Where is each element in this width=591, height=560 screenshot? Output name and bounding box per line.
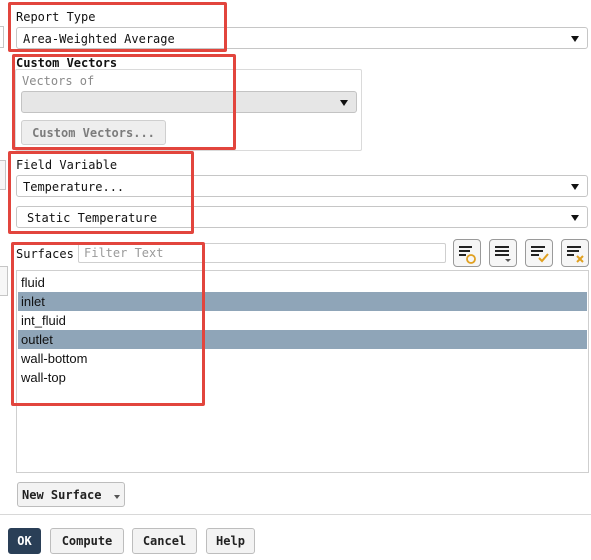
filter-placeholder: Filter Text xyxy=(84,246,164,260)
compute-button[interactable]: Compute xyxy=(50,528,124,554)
list-item[interactable]: int_fluid xyxy=(18,311,587,330)
field-variable-category-dropdown[interactable]: Temperature... xyxy=(16,175,588,197)
vectors-of-label: Vectors of xyxy=(22,74,95,88)
new-surface-button[interactable]: New Surface xyxy=(17,482,125,507)
chevron-down-icon xyxy=(340,100,348,106)
list-menu-icon[interactable] xyxy=(489,239,517,267)
report-type-label: Report Type xyxy=(16,10,96,24)
custom-vectors-button[interactable]: Custom Vectors... xyxy=(21,120,166,145)
list-item[interactable]: wall-bottom xyxy=(18,349,587,368)
ok-button[interactable]: OK xyxy=(8,528,41,554)
report-type-dropdown[interactable]: Area-Weighted Average xyxy=(16,27,588,49)
field-variable-value: Static Temperature xyxy=(27,211,158,225)
field-variable-dropdown[interactable]: Static Temperature xyxy=(16,206,588,228)
footer-divider xyxy=(0,514,591,515)
field-variable-label: Field Variable xyxy=(16,158,118,172)
chevron-down-icon xyxy=(571,184,579,190)
left-edge-strip xyxy=(0,26,4,48)
vectors-of-dropdown[interactable] xyxy=(21,91,357,113)
list-item[interactable]: wall-top xyxy=(18,368,587,387)
left-edge-tab xyxy=(0,160,6,190)
left-edge-tab-2 xyxy=(0,266,8,296)
filter-icon[interactable] xyxy=(453,239,481,267)
list-item[interactable]: outlet xyxy=(18,330,587,349)
chevron-down-icon xyxy=(571,36,579,42)
chevron-down-icon xyxy=(571,215,579,221)
new-surface-label: New Surface xyxy=(22,487,102,502)
select-all-icon[interactable] xyxy=(525,239,553,267)
help-button[interactable]: Help xyxy=(206,528,255,554)
custom-vectors-title: Custom Vectors xyxy=(16,56,118,70)
field-variable-category-value: Temperature... xyxy=(23,180,125,194)
surfaces-label: Surfaces xyxy=(16,247,74,261)
chevron-down-icon xyxy=(114,495,120,499)
deselect-all-icon[interactable] xyxy=(561,239,589,267)
report-type-value: Area-Weighted Average xyxy=(23,32,175,46)
cancel-button[interactable]: Cancel xyxy=(132,528,197,554)
surfaces-filter-input[interactable]: Filter Text xyxy=(78,243,446,263)
list-item[interactable]: fluid xyxy=(18,273,587,292)
list-item[interactable]: inlet xyxy=(18,292,587,311)
surfaces-list[interactable]: fluid inlet int_fluid outlet wall-bottom… xyxy=(16,270,589,473)
